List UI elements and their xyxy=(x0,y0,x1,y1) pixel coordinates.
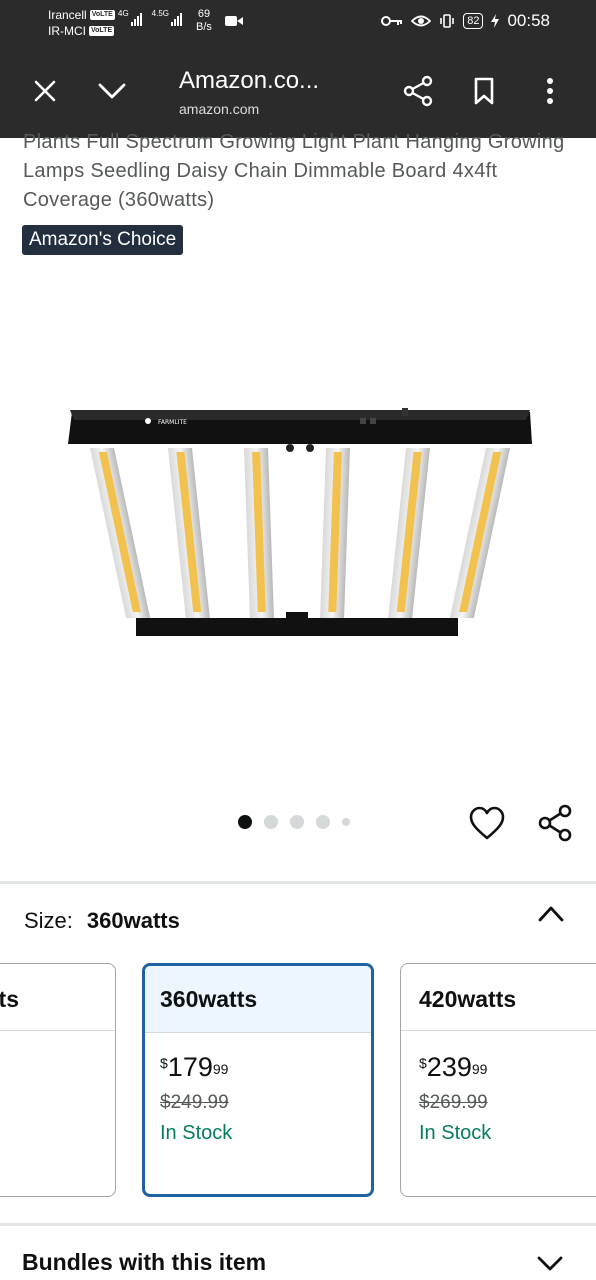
minimize-button[interactable] xyxy=(92,71,132,111)
page-domain[interactable]: amazon.com xyxy=(179,101,259,117)
size-option-name: ...ts xyxy=(0,964,115,1031)
price-symbol: $ xyxy=(419,1055,427,1071)
section-divider xyxy=(0,881,596,884)
close-icon xyxy=(34,80,56,102)
network-2-label: 4.5G xyxy=(151,9,170,18)
list-price: $269.99 xyxy=(419,1092,488,1113)
wishlist-heart-icon[interactable] xyxy=(469,806,505,842)
share-icon xyxy=(403,75,433,107)
key-icon xyxy=(381,16,403,26)
list-price: $249.99 xyxy=(160,1092,229,1113)
price-whole: 239 xyxy=(426,1052,472,1082)
size-selected-value: 360watts xyxy=(86,908,180,933)
light-bars xyxy=(90,448,510,618)
volte-badge-1: VoLTE xyxy=(89,10,115,20)
size-option-name: 360watts xyxy=(145,966,371,1033)
more-vert-icon xyxy=(547,78,553,104)
network-1-label: 4G xyxy=(118,9,129,18)
carousel-dot-4[interactable] xyxy=(316,815,330,829)
network-speed: 69 B/s xyxy=(196,8,212,34)
vibrate-icon xyxy=(440,14,455,28)
image-brand-logo: FARMLITE xyxy=(158,419,187,426)
share-button[interactable] xyxy=(398,71,438,111)
signal-icon-2: 4.5G xyxy=(151,9,183,26)
size-option-card[interactable]: 420watts $23999 $269.99 In Stock xyxy=(400,963,596,1197)
clock: 00:58 xyxy=(507,11,550,30)
chevron-down-icon[interactable] xyxy=(536,1254,564,1274)
carousel-dot-2[interactable] xyxy=(264,815,278,829)
price: $17999 xyxy=(160,1052,228,1082)
size-option-name-text: ...ts xyxy=(0,986,19,1012)
image-carousel-dots[interactable] xyxy=(238,815,350,829)
product-image[interactable]: FARMLITE xyxy=(60,400,540,650)
carrier-2-label: IR-MCI xyxy=(48,24,86,38)
carousel-dot-1[interactable] xyxy=(238,815,252,829)
volte-badge-2: VoLTE xyxy=(89,26,115,36)
bookmark-button[interactable] xyxy=(464,71,504,111)
browser-toolbar: Amazon.co... amazon.com xyxy=(0,44,596,138)
size-label: Size: xyxy=(24,908,73,933)
section-divider xyxy=(0,1223,596,1226)
bookmark-icon xyxy=(474,77,494,105)
battery-indicator: 82 xyxy=(463,13,484,29)
chevron-up-icon[interactable] xyxy=(536,902,566,926)
size-option-card-selected[interactable]: 360watts $17999 $249.99 In Stock xyxy=(142,963,374,1197)
size-header[interactable]: Size: 360watts xyxy=(24,906,180,936)
speed-unit: B/s xyxy=(196,21,212,33)
bundles-header[interactable]: Bundles with this item xyxy=(22,1246,266,1278)
size-option-card-partial[interactable]: ...ts xyxy=(0,963,116,1197)
video-camera-icon xyxy=(225,16,243,26)
charging-icon xyxy=(491,14,500,28)
product-title: Plants Full Spectrum Growing Light Plant… xyxy=(23,131,565,211)
carousel-dot-3[interactable] xyxy=(290,815,304,829)
page-title[interactable]: Amazon.co... xyxy=(179,66,319,96)
product-share-icon[interactable] xyxy=(537,804,573,842)
amazons-choice-badge: Amazon's Choice xyxy=(22,225,184,255)
status-bar: Irancell VoLTE IR-MCI VoLTE 4G 4.5G 69 B… xyxy=(0,0,596,44)
stock-status: In Stock xyxy=(160,1122,233,1144)
price-cents: 99 xyxy=(212,1061,229,1077)
carousel-dot-5[interactable] xyxy=(342,818,350,826)
size-option-name: 420watts xyxy=(401,964,596,1031)
signal-icon-1: 4G xyxy=(118,9,142,26)
screen: Irancell VoLTE IR-MCI VoLTE 4G 4.5G 69 B… xyxy=(0,0,596,1280)
price-cents: 99 xyxy=(471,1061,488,1077)
carrier-1-label: Irancell xyxy=(48,8,87,22)
stock-status: In Stock xyxy=(419,1122,492,1144)
price-whole: 179 xyxy=(167,1052,213,1082)
close-button[interactable] xyxy=(25,71,65,111)
signal-indicators: 4G 4.5G xyxy=(118,9,183,26)
eye-icon xyxy=(411,15,432,27)
carrier-info: Irancell VoLTE IR-MCI VoLTE xyxy=(48,7,115,39)
more-options-button[interactable] xyxy=(530,71,570,111)
price-symbol: $ xyxy=(160,1055,168,1071)
status-right: 82 00:58 xyxy=(381,11,550,31)
chevron-down-icon xyxy=(98,83,126,99)
price: $23999 xyxy=(419,1052,487,1082)
speed-value: 69 xyxy=(197,8,211,20)
